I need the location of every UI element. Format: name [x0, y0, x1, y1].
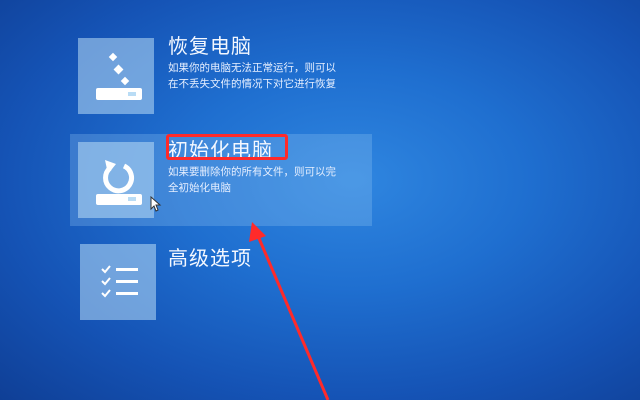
troubleshoot-screen: 恢复电脑 如果你的电脑无法正常运行，则可以 在不丢失文件的情况下对它进行恢复 初…: [0, 0, 640, 400]
annotation-arrow-icon: [249, 222, 330, 400]
